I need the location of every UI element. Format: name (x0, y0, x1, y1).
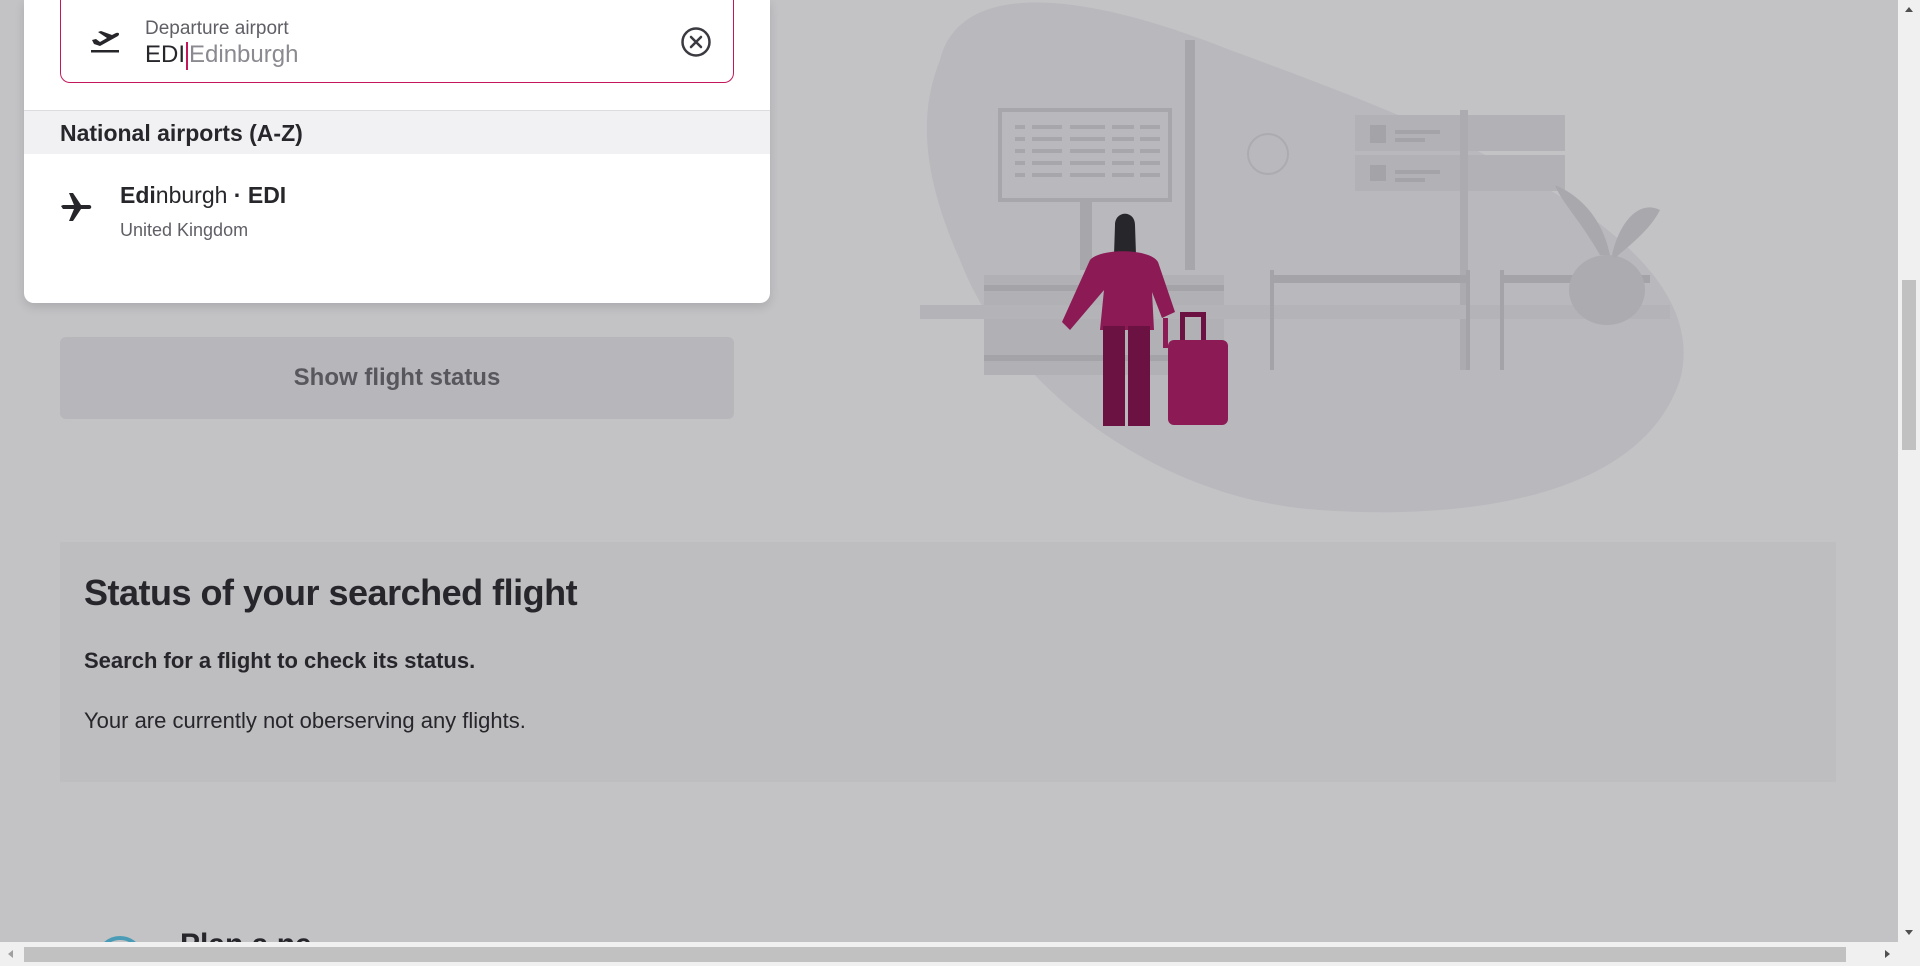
horizontal-scrollbar[interactable] (0, 942, 1898, 966)
autocomplete-suggestion: Edinburgh (189, 41, 299, 68)
text-caret (186, 41, 189, 70)
scroll-left-arrow-icon[interactable] (0, 942, 22, 966)
next-section-title: Plan a ne (180, 928, 312, 942)
airport-autocomplete-dropdown: Departure airport EDI Edinburgh National … (24, 0, 770, 303)
scroll-up-arrow-icon[interactable] (1898, 0, 1920, 20)
vertical-scrollbar[interactable] (1898, 0, 1920, 942)
airport-name-match: Edi (120, 182, 156, 208)
scroll-right-arrow-icon[interactable] (1876, 942, 1898, 966)
airport-illustration (920, 2, 1684, 513)
takeoff-icon (91, 31, 120, 53)
airport-code: EDI (247, 182, 287, 208)
departure-airport-field[interactable]: Departure airport EDI Edinburgh (60, 0, 734, 83)
scrollbar-corner (1898, 942, 1920, 966)
vertical-scrollbar-thumb[interactable] (1902, 280, 1916, 450)
flight-status-panel: Status of your searched flight Search fo… (60, 542, 1836, 782)
airport-country: United Kingdom (120, 220, 249, 240)
national-airports-header: National airports (A-Z) (24, 110, 770, 154)
departure-airport-input[interactable]: EDI Edinburgh (145, 40, 298, 70)
airplane-icon (61, 193, 92, 221)
status-title: Status of your searched flight (84, 572, 578, 613)
scroll-down-arrow-icon[interactable] (1898, 922, 1920, 942)
clear-input-icon[interactable] (679, 25, 713, 59)
airport-option-edinburgh[interactable]: Edinburgh · EDI United Kingdom (24, 170, 770, 258)
typed-text: EDI (145, 41, 186, 68)
page-content: Show flight status Status of your search… (0, 0, 1898, 942)
show-flight-status-button[interactable]: Show flight status (60, 337, 734, 419)
status-note: Your are currently not oberserving any f… (84, 708, 526, 733)
airport-option-name: Edinburgh · EDI (120, 182, 286, 209)
status-subtitle: Search for a flight to check its status. (84, 648, 476, 673)
airport-separator: · (227, 182, 248, 208)
departure-airport-label: Departure airport (145, 18, 289, 39)
airport-name-rest: nburgh (155, 182, 228, 208)
horizontal-scrollbar-thumb[interactable] (24, 947, 1846, 962)
